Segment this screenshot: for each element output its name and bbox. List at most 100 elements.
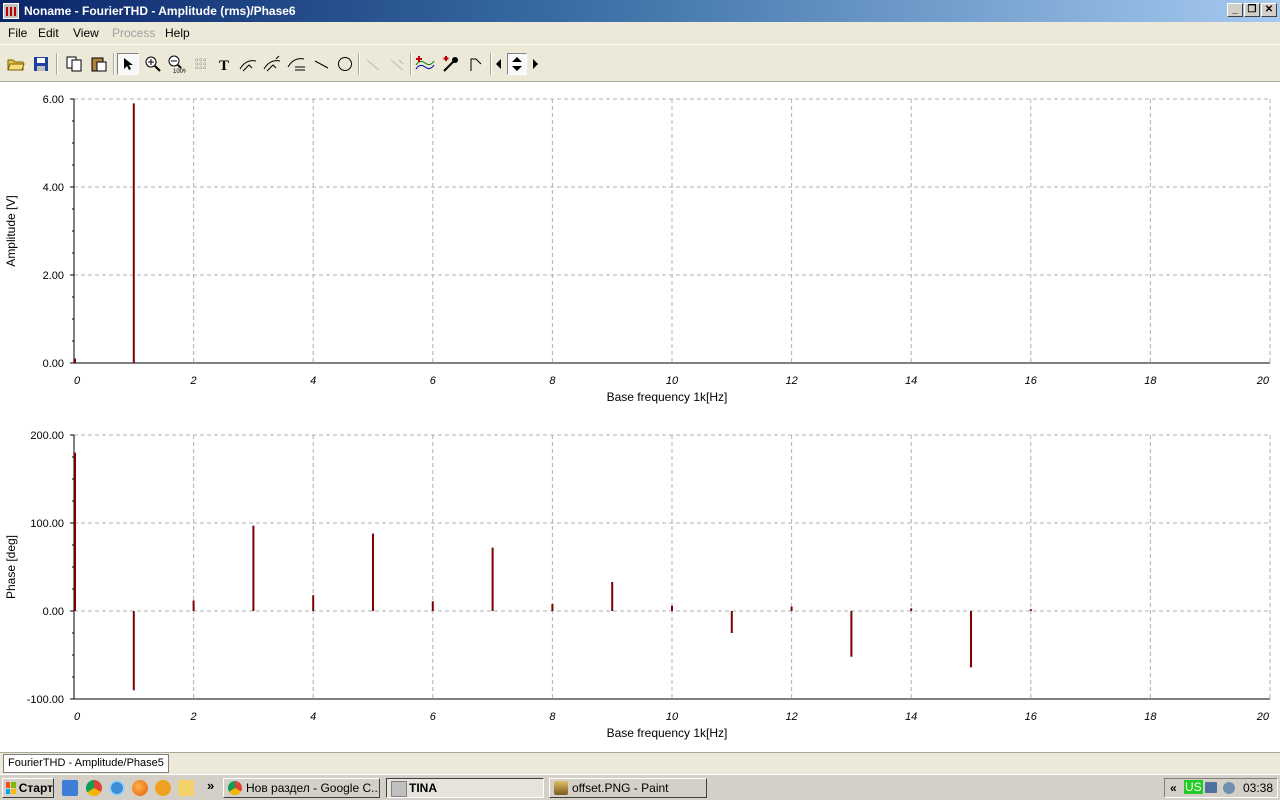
task-chrome[interactable]: Нов раздел - Google C... bbox=[223, 778, 380, 798]
add-curve-icon[interactable] bbox=[414, 53, 436, 75]
show-desktop-icon[interactable] bbox=[62, 780, 78, 796]
menu-view[interactable]: View bbox=[73, 26, 99, 40]
text-tool-icon[interactable]: T bbox=[214, 53, 236, 75]
curve-label-icon[interactable] bbox=[237, 53, 259, 75]
system-tray: « US 03:38 bbox=[1164, 778, 1278, 798]
y-tick-label: 2.00 bbox=[43, 270, 64, 282]
document-tab-bar: FourierTHD - Amplitude/Phase5 bbox=[0, 752, 1280, 774]
menu-help[interactable]: Help bbox=[165, 26, 190, 40]
title-bar[interactable]: Noname - FourierTHD - Amplitude (rms)/Ph… bbox=[0, 0, 1280, 22]
ellipse-tool-icon[interactable] bbox=[334, 53, 356, 75]
x-tick-label: 6 bbox=[430, 711, 437, 723]
toolbar-separator bbox=[113, 53, 115, 75]
x-tick-label: 18 bbox=[1144, 375, 1157, 387]
x-tick-label: 6 bbox=[430, 375, 437, 387]
windows-logo-icon bbox=[6, 782, 16, 794]
disabled-tool-1-icon[interactable] bbox=[362, 53, 384, 75]
fourier-plots: 0 2 4 6 8 10 12 14 16 18 200.002.004.006.00Base fr… bbox=[4, 94, 1271, 740]
y-tick-label: -100.00 bbox=[27, 694, 64, 706]
y-tick-label: 0.00 bbox=[43, 606, 64, 618]
x-tick-label: 0 bbox=[74, 375, 81, 387]
x-tick-label: 16 bbox=[1025, 375, 1038, 387]
x-tick-label: 10 bbox=[666, 375, 679, 387]
y-axis-title: Phase [deg] bbox=[4, 535, 18, 599]
x-tick-label: 2 bbox=[190, 711, 197, 723]
paste-icon[interactable] bbox=[88, 53, 110, 75]
select-arrow-icon[interactable] bbox=[117, 53, 139, 75]
close-button[interactable]: ✕ bbox=[1261, 3, 1277, 17]
x-tick-label: 8 bbox=[549, 375, 556, 387]
svg-text:T: T bbox=[219, 58, 229, 72]
start-button[interactable]: Старт bbox=[2, 778, 54, 798]
cursor-probe-icon[interactable] bbox=[440, 53, 462, 75]
x-tick-label: 20 bbox=[1256, 711, 1270, 723]
network-icon[interactable] bbox=[1205, 782, 1217, 793]
app-icon bbox=[3, 3, 19, 19]
open-folder-icon[interactable] bbox=[5, 53, 27, 75]
curve-label-2-icon[interactable] bbox=[261, 53, 283, 75]
save-disk-icon[interactable] bbox=[30, 53, 52, 75]
folder-icon[interactable] bbox=[178, 780, 194, 796]
zoom-100-icon[interactable]: 100% bbox=[166, 53, 188, 75]
quicklaunch-chevron[interactable]: » bbox=[207, 778, 214, 793]
x-axis-title: Base frequency 1k[Hz] bbox=[607, 726, 728, 740]
toolbar-separator bbox=[358, 53, 360, 75]
restore-button[interactable]: ❐ bbox=[1244, 3, 1260, 17]
toolbar-separator bbox=[56, 53, 58, 75]
x-tick-label: 2 bbox=[190, 375, 197, 387]
marker-icon[interactable] bbox=[465, 53, 487, 75]
task-paint[interactable]: offset.PNG - Paint bbox=[549, 778, 707, 798]
copy-icon[interactable] bbox=[63, 53, 85, 75]
task-label: TINA bbox=[409, 781, 437, 795]
firefox-icon[interactable] bbox=[132, 780, 148, 796]
arrow-left-icon[interactable] bbox=[492, 53, 506, 75]
y-tick-label: 100.00 bbox=[30, 518, 64, 530]
window-title: Noname - FourierTHD - Amplitude (rms)/Ph… bbox=[24, 4, 296, 18]
x-tick-label: 12 bbox=[785, 711, 797, 723]
x-tick-label: 0 bbox=[74, 711, 81, 723]
x-tick-label: 14 bbox=[905, 375, 917, 387]
zoom-in-icon[interactable] bbox=[142, 53, 164, 75]
y-tick-label: 0.00 bbox=[43, 358, 64, 370]
line-tool-icon[interactable] bbox=[310, 53, 332, 75]
legend-icon[interactable] bbox=[286, 53, 308, 75]
toolbar-separator bbox=[410, 53, 412, 75]
document-tab[interactable]: FourierTHD - Amplitude/Phase5 bbox=[3, 754, 169, 773]
menu-file[interactable]: File bbox=[8, 26, 27, 40]
task-label: Нов раздел - Google C... bbox=[246, 781, 380, 795]
tray-collapse-button[interactable]: « bbox=[1170, 781, 1177, 795]
chart-amplitude: 0 2 4 6 8 10 12 14 16 18 20 0.00 2.00 4.00 6.00 Base fr… bbox=[4, 94, 1271, 404]
x-tick-label: 12 bbox=[785, 375, 797, 387]
y-axis-title: Amplitude [V] bbox=[4, 195, 18, 266]
plot-area[interactable]: 0 2 4 6 8 10 12 14 16 18 20 0.00 2.00 4.00 6.00 Base fr… bbox=[0, 82, 1280, 752]
svg-text:100%: 100% bbox=[173, 69, 186, 73]
browser-icon[interactable] bbox=[109, 780, 125, 796]
x-tick-label: 16 bbox=[1025, 711, 1038, 723]
arrow-up-down-icon[interactable] bbox=[507, 53, 527, 75]
language-indicator[interactable]: US bbox=[1184, 780, 1203, 794]
arrow-right-icon[interactable] bbox=[528, 53, 542, 75]
menu-edit[interactable]: Edit bbox=[38, 26, 59, 40]
y-tick-label: 4.00 bbox=[43, 182, 64, 194]
x-tick-label: 18 bbox=[1144, 711, 1157, 723]
volume-icon[interactable] bbox=[1223, 782, 1235, 794]
taskbar: Старт » Нов раздел - Google C... TINA of… bbox=[0, 774, 1280, 800]
disabled-tool-2-icon[interactable] bbox=[386, 53, 408, 75]
start-label: Старт bbox=[18, 781, 53, 795]
grid-icon[interactable] bbox=[190, 53, 212, 75]
tina-icon bbox=[391, 781, 407, 797]
toolbar: 100% T bbox=[0, 44, 1280, 82]
chrome-icon[interactable] bbox=[86, 780, 102, 796]
y-tick-label: 200.00 bbox=[30, 430, 64, 442]
clock: 03:38 bbox=[1243, 781, 1274, 795]
x-tick-label: 4 bbox=[310, 375, 316, 387]
x-tick-label: 8 bbox=[549, 711, 556, 723]
chrome-icon bbox=[228, 781, 242, 795]
minimize-button[interactable]: _ bbox=[1227, 3, 1243, 17]
menu-process[interactable]: Process bbox=[112, 26, 155, 40]
x-tick-label: 14 bbox=[905, 711, 917, 723]
media-player-icon[interactable] bbox=[155, 780, 171, 796]
paint-icon bbox=[554, 781, 568, 795]
task-tina[interactable]: TINA bbox=[386, 778, 544, 798]
x-tick-label: 10 bbox=[666, 711, 679, 723]
